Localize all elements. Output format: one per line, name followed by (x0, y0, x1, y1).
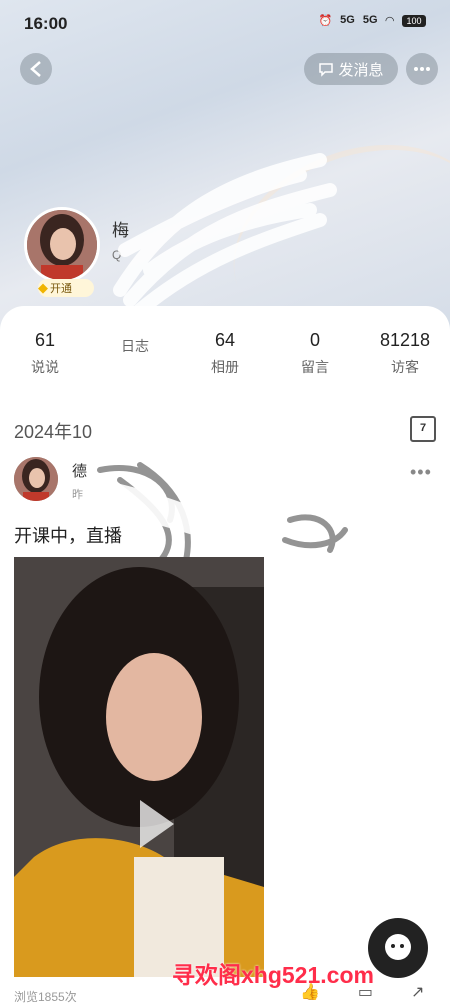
signal-2-label: 5G (362, 14, 378, 26)
status-time: 16:00 (24, 14, 68, 33)
status-icons: ⏰ 5G 5G ◠ 100 (318, 14, 426, 28)
stat-label: 留言 (301, 359, 329, 375)
stats-row: 61 说说 日志 64 相册 0 留言 81218 访客 (0, 330, 450, 377)
vip-badge[interactable]: ◆ 开通 (38, 279, 94, 297)
video-thumbnail (14, 557, 264, 977)
send-message-label: 发消息 (338, 61, 384, 79)
status-bar: 16:00 ⏰ 5G 5G ◠ 100 (0, 0, 450, 48)
stat-number: 64 (214, 330, 236, 350)
signal-1-label: 5G (340, 14, 355, 26)
alarm-icon: ⏰ (318, 15, 333, 27)
chat-bubble-icon (319, 63, 334, 77)
wifi-icon: ◠ (385, 15, 394, 27)
post-video[interactable] (14, 557, 264, 977)
stat-number: 61 (34, 330, 56, 350)
post-more-icon[interactable]: ••• (410, 462, 432, 483)
post-views: 浏览1855次 (14, 990, 77, 1004)
stat-label: 日志 (121, 338, 149, 354)
more-options-button[interactable] (406, 53, 438, 85)
floating-assistant-button[interactable] (368, 918, 428, 978)
redaction-scribble (113, 153, 337, 317)
stat-number: 81218 (379, 330, 431, 350)
feed-date: 2024年10 (14, 422, 93, 442)
stat-shuoshuo[interactable]: 61 说说 (0, 330, 90, 377)
post-author-avatar[interactable] (14, 457, 58, 501)
avatar-photo (14, 457, 58, 501)
stat-label: 相册 (211, 359, 239, 375)
more-dots-icon (414, 67, 430, 71)
profile-avatar[interactable] (24, 207, 100, 283)
battery-icon: 100 (402, 15, 426, 27)
post-author-name[interactable]: 德 (72, 460, 87, 481)
vip-label: 开通 (50, 283, 72, 295)
like-icon[interactable]: 👍 (300, 982, 320, 1002)
post-timestamp: 昨 (72, 489, 83, 501)
play-icon[interactable] (140, 800, 174, 848)
stat-label: 说说 (31, 359, 59, 375)
stat-album[interactable]: 64 相册 (180, 330, 270, 377)
stat-visitors[interactable]: 81218 访客 (360, 330, 450, 377)
share-icon[interactable]: ↗ (411, 982, 424, 1002)
back-button[interactable] (20, 53, 52, 85)
post-actions: 👍 ▭ ↗ (300, 982, 424, 1002)
send-message-button[interactable]: 发消息 (304, 53, 398, 85)
chevron-left-icon (30, 61, 41, 77)
avatar-photo (27, 210, 97, 280)
comment-icon[interactable]: ▭ (358, 982, 373, 1002)
ghost-icon (385, 934, 411, 960)
diamond-icon: ◆ (38, 280, 48, 295)
stat-number: 0 (309, 330, 320, 350)
stat-blog[interactable]: 日志 (90, 330, 180, 377)
stat-messages[interactable]: 0 留言 (270, 330, 360, 377)
calendar-icon[interactable]: 7 (410, 416, 436, 442)
stat-label: 访客 (391, 359, 419, 375)
